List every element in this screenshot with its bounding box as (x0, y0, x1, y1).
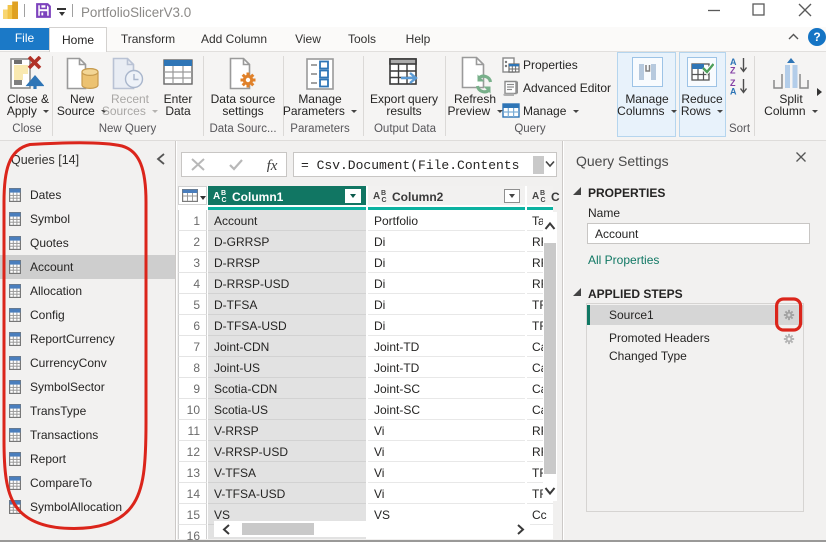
svg-text:A: A (532, 191, 539, 202)
svg-text:A: A (730, 87, 737, 97)
svg-text:A: A (373, 191, 380, 202)
svg-text:fx: fx (267, 158, 278, 172)
svg-text:B: B (221, 190, 226, 197)
svg-text:Z: Z (730, 66, 736, 76)
svg-text:C: C (541, 197, 546, 203)
svg-text:B: B (381, 190, 386, 197)
svg-text:B: B (540, 190, 545, 197)
svg-text:C: C (382, 197, 387, 203)
svg-text:C: C (222, 197, 227, 203)
svg-text:A: A (213, 191, 220, 202)
